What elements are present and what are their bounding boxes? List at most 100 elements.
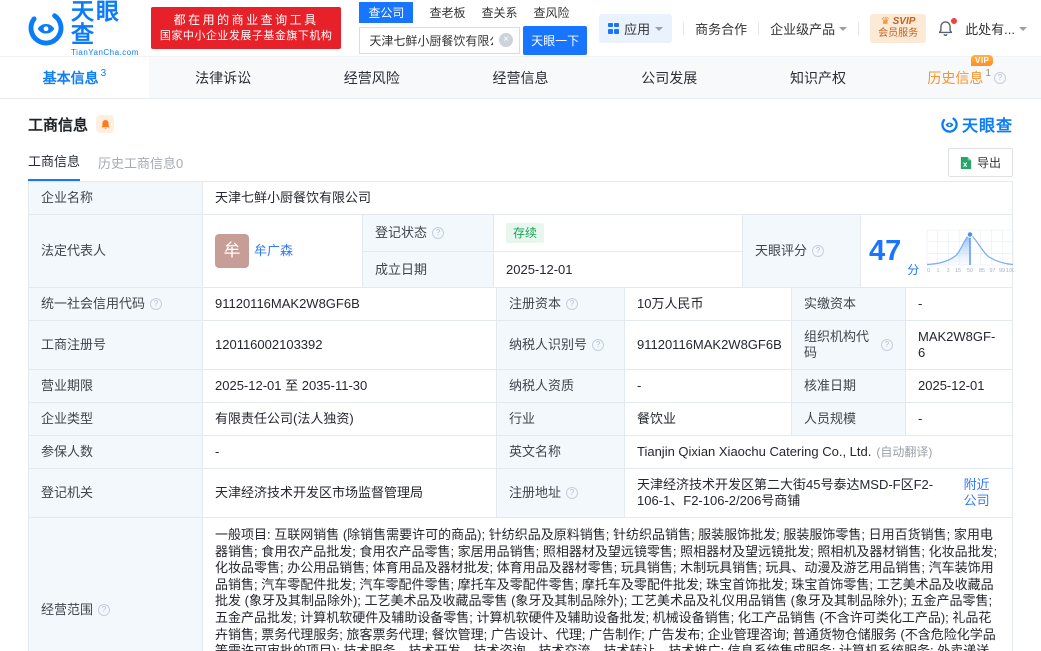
notification-bell-button[interactable] <box>937 17 958 37</box>
search-tabs: 查公司 查老板 查关系 查风险 <box>359 1 587 23</box>
tianyancha-watermark-text: 天眼查 <box>961 118 1013 135</box>
help-icon[interactable]: ? <box>150 298 163 310</box>
user-menu-label: 此处有... <box>965 21 1015 37</box>
announcement-bell-icon[interactable] <box>96 115 115 133</box>
taxpayer-id-value: 91120116MAK2W8GF6B <box>624 321 791 369</box>
reg-authority-label: 登记机关 <box>29 469 202 517</box>
tab-operating-risk-label: 经营风险 <box>343 69 400 86</box>
help-icon[interactable]: ? <box>98 603 111 616</box>
reg-capital-label: 注册资本 ? <box>496 288 624 320</box>
org-code-value: MAK2W8GF-6 <box>905 321 1012 369</box>
search-button[interactable]: 天眼一下 <box>523 25 588 55</box>
tianyancha-logo[interactable]: 天眼查 TianYanCha.com <box>28 0 139 57</box>
industry-label: 行业 <box>496 403 624 435</box>
help-icon[interactable]: ? <box>566 487 579 499</box>
svip-label: SVIP <box>892 15 916 27</box>
tab-history-info[interactable]: 历史信息 VIP 1 ? <box>892 54 1041 98</box>
approval-date-value: 2025-12-01 <box>905 370 1012 402</box>
search-tab-company[interactable]: 查公司 <box>359 1 414 23</box>
tab-legal-litigation[interactable]: 法律诉讼 <box>149 57 298 98</box>
tab-operating-risk[interactable]: 经营风险 <box>297 57 446 98</box>
legal-rep-avatar[interactable]: 牟 <box>215 234 249 268</box>
enterprise-products-link[interactable]: 企业级产品 <box>770 19 848 38</box>
staff-size-value: - <box>905 403 1012 435</box>
tyc-score-value: 47 分 0 1 3 15 50 85 97 99 100 <box>860 215 1022 287</box>
search-tab-relation[interactable]: 查关系 <box>481 2 517 23</box>
legal-rep-label: 法定代表人 <box>29 215 202 287</box>
score-distribution-chart[interactable]: 0 1 3 15 50 85 97 99 100 <box>926 229 1014 273</box>
tab-business-info[interactable]: 经营信息 <box>446 57 595 98</box>
reg-address-value: 天津经济技术开发区第二大街45号泰达MSD-F区F2-106-1、F2-106-… <box>624 469 1012 517</box>
table-row: 企业类型 有限责任公司(法人独资) 行业 餐饮业 人员规模 - <box>29 402 1012 435</box>
tab-company-development-label: 公司发展 <box>641 69 698 86</box>
svg-text:99: 99 <box>999 268 1005 273</box>
business-cooperation-link[interactable]: 商务合作 <box>695 19 747 38</box>
help-icon[interactable]: ? <box>881 339 893 351</box>
tab-basic-info-count: 3 <box>100 68 107 79</box>
company-name-value: 天津七鲜小厨餐饮有限公司 <box>202 182 1012 214</box>
divider <box>683 21 685 35</box>
tab-company-development[interactable]: 公司发展 <box>595 57 744 98</box>
tianyancha-watermark-icon <box>941 115 958 133</box>
tab-basic-info[interactable]: 基本信息 3 <box>0 57 149 98</box>
svg-text:50: 50 <box>967 268 973 273</box>
tab-history-info-label: 历史信息 <box>927 69 984 86</box>
registration-info-table: 企业名称 天津七鲜小厨餐饮有限公司 法定代表人 牟 牟广森 登记状态 ? 存续 … <box>28 181 1014 651</box>
header-nav: 应用 商务合作 企业级产品 ♛ SVIP 会员服务 此处有... <box>599 13 1027 43</box>
business-registration-card: 工商信息 天眼查 工商信息 历史工商信息0 导出 企业名称 天津七鲜小厨餐饮有限… <box>0 99 1041 651</box>
search-input[interactable] <box>359 26 521 54</box>
staff-size-label: 人员规模 <box>791 403 905 435</box>
help-icon[interactable]: ? <box>993 71 1006 84</box>
nearby-companies-link[interactable]: 附近公司 <box>964 477 1000 509</box>
insured-count-label: 参保人数 <box>29 436 202 468</box>
subtab-history-business-info[interactable]: 历史工商信息0 <box>98 153 183 181</box>
taxpayer-quali-label: 纳税人资质 <box>496 370 624 402</box>
business-term-value: 2025-12-01 至 2035-11-30 <box>202 370 496 402</box>
table-row: 参保人数 - 英文名称 Tianjin Qixian Xiaochu Cater… <box>29 435 1012 468</box>
svg-text:100: 100 <box>1006 268 1014 273</box>
notification-dot <box>951 17 958 24</box>
chevron-down-icon <box>1019 26 1027 31</box>
svip-member-button[interactable]: ♛ SVIP 会员服务 <box>870 13 927 43</box>
export-button[interactable]: 导出 <box>947 148 1013 177</box>
subtab-business-info[interactable]: 工商信息 <box>28 151 81 181</box>
help-icon[interactable]: ? <box>566 298 579 310</box>
reg-address-text: 天津经济技术开发区第二大街45号泰达MSD-F区F2-106-1、F2-106-… <box>637 477 934 508</box>
search-tab-boss[interactable]: 查老板 <box>429 2 465 23</box>
reg-address-label-text: 注册地址 <box>509 485 562 500</box>
industry-value: 餐饮业 <box>624 403 791 435</box>
company-name-label: 企业名称 <box>29 182 202 214</box>
tab-intellectual-property[interactable]: 知识产权 <box>744 57 893 98</box>
clear-search-icon[interactable]: × <box>499 32 514 47</box>
taxpayer-id-label: 纳税人识别号 ? <box>496 321 624 369</box>
tab-history-info-count: 1 <box>985 68 991 79</box>
tab-business-info-label: 经营信息 <box>492 69 549 86</box>
tab-legal-litigation-label: 法律诉讼 <box>195 69 252 86</box>
approval-date-label: 核准日期 <box>791 370 905 402</box>
legal-rep-name-link[interactable]: 牟广森 <box>254 243 293 259</box>
table-row: 统一社会信用代码 ? 91120116MAK2W8GF6B 注册资本 ? 10万… <box>29 287 1012 320</box>
apps-menu-button[interactable]: 应用 <box>599 13 673 43</box>
credit-code-value: 91120116MAK2W8GF6B <box>202 288 496 320</box>
reg-address-label: 注册地址 ? <box>496 469 624 517</box>
reg-number-label: 工商注册号 <box>29 321 202 369</box>
legal-rep-cell: 牟 牟广森 <box>202 215 362 287</box>
help-icon[interactable]: ? <box>432 227 445 239</box>
reg-capital-label-text: 注册资本 <box>509 296 562 311</box>
search-tab-risk[interactable]: 查风险 <box>533 2 569 23</box>
promo-banner: 都在用的商业查询工具 国家中小企业发展子基金旗下机构 <box>150 7 342 49</box>
user-menu[interactable]: 此处有... <box>965 19 1027 38</box>
table-row: 工商注册号 120116002103392 纳税人识别号 ? 91120116M… <box>29 320 1012 369</box>
enterprise-products-label: 企业级产品 <box>770 21 836 37</box>
export-button-label: 导出 <box>976 156 1001 170</box>
section-title: 工商信息 <box>28 116 89 134</box>
help-icon[interactable]: ? <box>812 245 825 257</box>
score-unit: 分 <box>907 263 920 277</box>
help-icon[interactable]: ? <box>592 339 605 351</box>
apps-label: 应用 <box>624 21 651 37</box>
chevron-down-icon <box>655 26 664 31</box>
english-name-text: Tianjin Qixian Xiaochu Catering Co., Ltd… <box>637 444 872 459</box>
top-header: 天眼查 TianYanCha.com 都在用的商业查询工具 国家中小企业发展子基… <box>0 0 1041 56</box>
status-date-subgrid: 登记状态 ? 存续 成立日期 2025-12-01 <box>362 215 742 287</box>
reg-status-label-text: 登记状态 <box>375 225 428 240</box>
